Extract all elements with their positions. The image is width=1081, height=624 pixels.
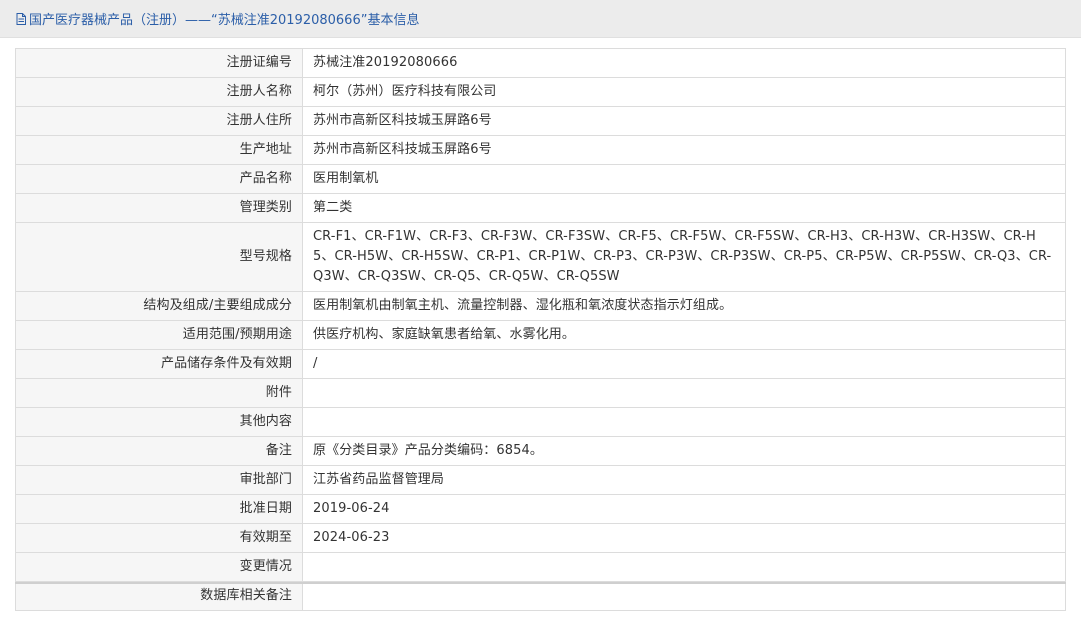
table-row: 附件 (15, 378, 1066, 408)
table-bottom-divider (15, 582, 1066, 584)
row-value (302, 552, 1066, 582)
table-row: 审批部门 江苏省药品监督管理局 (15, 465, 1066, 495)
row-value: 苏州市高新区科技城玉屏路6号 (302, 135, 1066, 165)
row-value: 供医疗机构、家庭缺氧患者给氧、水雾化用。 (302, 320, 1066, 350)
table-row: 产品名称 医用制氧机 (15, 164, 1066, 194)
row-value: / (302, 349, 1066, 379)
row-value: 苏械注准20192080666 (302, 48, 1066, 78)
document-icon (16, 12, 26, 25)
table-row: 批准日期 2019-06-24 (15, 494, 1066, 524)
row-label: 结构及组成/主要组成成分 (15, 291, 303, 321)
row-label: 数据库相关备注 (15, 581, 303, 611)
row-value (302, 407, 1066, 437)
row-label: 注册人名称 (15, 77, 303, 107)
row-label: 注册人住所 (15, 106, 303, 136)
row-label: 生产地址 (15, 135, 303, 165)
row-value (302, 581, 1066, 611)
row-label: 备注 (15, 436, 303, 466)
table-row: 注册证编号 苏械注准20192080666 (15, 48, 1066, 78)
row-value: 原《分类目录》产品分类编码：6854。 (302, 436, 1066, 466)
row-value: 医用制氧机由制氧主机、流量控制器、湿化瓶和氧浓度状态指示灯组成。 (302, 291, 1066, 321)
info-content: 注册证编号 苏械注准20192080666 注册人名称 柯尔（苏州）医疗科技有限… (0, 38, 1081, 624)
row-label: 有效期至 (15, 523, 303, 553)
table-row: 其他内容 (15, 407, 1066, 437)
table-row: 结构及组成/主要组成成分 医用制氧机由制氧主机、流量控制器、湿化瓶和氧浓度状态指… (15, 291, 1066, 321)
row-label: 型号规格 (15, 222, 303, 292)
table-row: 注册人住所 苏州市高新区科技城玉屏路6号 (15, 106, 1066, 136)
row-label: 变更情况 (15, 552, 303, 582)
row-label: 产品名称 (15, 164, 303, 194)
row-value: 苏州市高新区科技城玉屏路6号 (302, 106, 1066, 136)
row-label: 附件 (15, 378, 303, 408)
table-row: 生产地址 苏州市高新区科技城玉屏路6号 (15, 135, 1066, 165)
info-table: 注册证编号 苏械注准20192080666 注册人名称 柯尔（苏州）医疗科技有限… (15, 48, 1066, 611)
row-label: 批准日期 (15, 494, 303, 524)
row-value: 2024-06-23 (302, 523, 1066, 553)
table-row: 管理类别 第二类 (15, 193, 1066, 223)
row-value: 江苏省药品监督管理局 (302, 465, 1066, 495)
page-title: 国产医疗器械产品（注册）——“苏械注准20192080666”基本信息 (29, 13, 420, 28)
table-row: 适用范围/预期用途 供医疗机构、家庭缺氧患者给氧、水雾化用。 (15, 320, 1066, 350)
row-value: CR-F1、CR-F1W、CR-F3、CR-F3W、CR-F3SW、CR-F5、… (302, 222, 1066, 292)
row-value: 医用制氧机 (302, 164, 1066, 194)
row-value: 柯尔（苏州）医疗科技有限公司 (302, 77, 1066, 107)
table-row: 产品储存条件及有效期 / (15, 349, 1066, 379)
row-label: 审批部门 (15, 465, 303, 495)
row-value: 第二类 (302, 193, 1066, 223)
table-row: 型号规格 CR-F1、CR-F1W、CR-F3、CR-F3W、CR-F3SW、C… (15, 222, 1066, 292)
row-label: 其他内容 (15, 407, 303, 437)
page-frame: 国产医疗器械产品（注册）——“苏械注准20192080666”基本信息 注册证编… (0, 0, 1081, 624)
table-row: 备注 原《分类目录》产品分类编码：6854。 (15, 436, 1066, 466)
row-label: 适用范围/预期用途 (15, 320, 303, 350)
row-label: 注册证编号 (15, 48, 303, 78)
table-row: 数据库相关备注 (15, 581, 1066, 611)
table-row: 变更情况 (15, 552, 1066, 582)
row-value (302, 378, 1066, 408)
row-label: 管理类别 (15, 193, 303, 223)
row-value: 2019-06-24 (302, 494, 1066, 524)
table-row: 注册人名称 柯尔（苏州）医疗科技有限公司 (15, 77, 1066, 107)
page-title-bar: 国产医疗器械产品（注册）——“苏械注准20192080666”基本信息 (0, 0, 1081, 38)
table-row: 有效期至 2024-06-23 (15, 523, 1066, 553)
row-label: 产品储存条件及有效期 (15, 349, 303, 379)
